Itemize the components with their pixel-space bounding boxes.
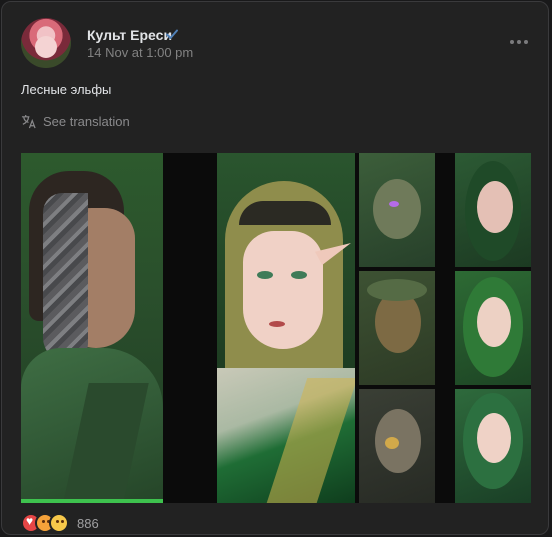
surprised-reaction-icon [49,513,69,533]
post-text: Лесные эльфы [21,82,112,97]
photo-elf-warrior[interactable] [21,153,163,503]
photo-forest-creature[interactable] [359,153,435,267]
more-horizontal-icon[interactable] [510,38,530,46]
reactions-bar[interactable]: 886 [21,513,99,533]
photo-gap [359,267,531,271]
see-translation-link[interactable]: See translation [21,112,130,130]
photo-gap [163,153,217,503]
photo-forest-beast[interactable] [359,389,435,503]
translate-label: See translation [43,113,130,129]
post-date[interactable]: 14 Nov at 1:00 pm [87,45,193,60]
photo-elf-armor[interactable] [455,389,531,503]
photo-elf-maiden[interactable] [217,153,355,503]
photo-forest-orc[interactable] [359,271,435,385]
photo-gap [435,153,455,503]
author-avatar[interactable] [21,18,71,68]
photo-elf-crown[interactable] [455,271,531,385]
translate-icon [21,114,36,128]
photo-gap [359,385,531,389]
reactions-count: 886 [77,515,99,531]
photo-elf-green-hair[interactable] [455,153,531,267]
post-card: Культ Ереси 14 Nov at 1:00 pm Лесные эль… [1,1,549,535]
verified-check-icon [166,29,178,39]
author-name[interactable]: Культ Ереси [87,27,172,43]
photo-gallery [21,153,531,503]
